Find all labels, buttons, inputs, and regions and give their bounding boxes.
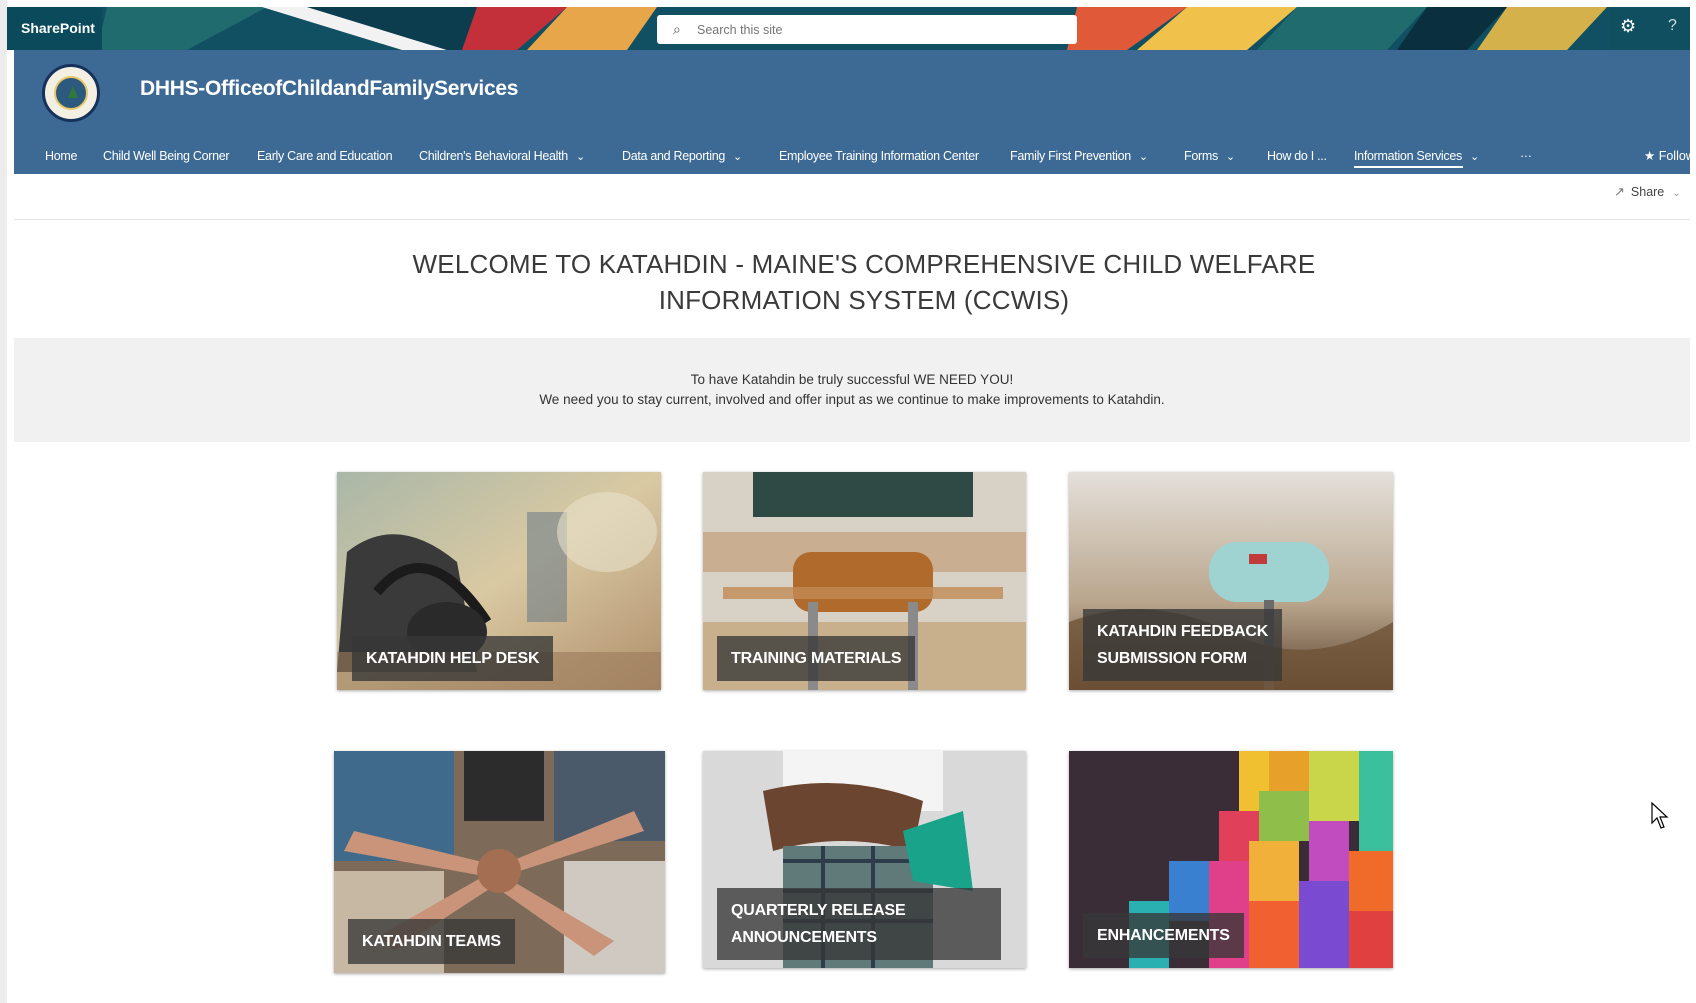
site-search[interactable]: ⌕ xyxy=(657,15,1077,44)
share-button[interactable]: ↗ Share ⌄ xyxy=(1614,184,1681,200)
nav-item-label: Information Services xyxy=(1354,149,1462,163)
site-title[interactable]: DHHS-OfficeofChildandFamilyServices xyxy=(140,77,518,101)
command-bar: ↗ Share ⌄ xyxy=(14,174,1690,220)
chevron-down-icon: ⌄ xyxy=(733,151,742,163)
tile-caption: KATAHDIN TEAMS xyxy=(348,919,515,964)
sharepoint-brand[interactable]: SharePoint xyxy=(7,7,102,50)
nav-item-family-first-prevention[interactable]: Family First Prevention ⌄ xyxy=(1010,138,1148,174)
nav-item-label: Home xyxy=(45,149,78,163)
nav-item-label: Forms xyxy=(1184,149,1218,163)
share-label: Share xyxy=(1630,185,1665,199)
nav-item-data-and-reporting[interactable]: Data and Reporting ⌄ xyxy=(622,138,742,174)
page-title-line-2: INFORMATION SYSTEM (CCWIS) xyxy=(658,285,1070,315)
tile-caption: KATAHDIN FEEDBACK SUBMISSION FORM xyxy=(1083,609,1283,681)
share-icon: ↗ xyxy=(1614,184,1625,199)
star-icon: ★ xyxy=(1644,149,1656,163)
nav-item-label: Employee Training Information Center xyxy=(779,149,979,163)
seal-tree-icon xyxy=(68,86,78,98)
chevron-down-icon: ⌄ xyxy=(1138,151,1148,163)
nav-item-how-do-i[interactable]: How do I ... xyxy=(1267,138,1327,174)
search-icon: ⌕ xyxy=(673,21,681,37)
tile-caption: TRAINING MATERIALS xyxy=(717,636,916,681)
nav-item-forms[interactable]: Forms ⌄ xyxy=(1184,138,1235,174)
nav-item-childrens-behavioral-health[interactable]: Children's Behavioral Health ⌄ xyxy=(419,138,585,174)
page: SharePoint ⌕ ⚙ ? DHHS-OfficeofChildandFa… xyxy=(0,0,1696,1003)
chevron-down-icon: ⌄ xyxy=(1672,188,1681,199)
tile-caption-line-1: KATAHDIN FEEDBACK xyxy=(1097,623,1269,640)
tile-katahdin-teams[interactable]: KATAHDIN TEAMS xyxy=(334,751,665,973)
help-icon[interactable]: ? xyxy=(1668,17,1677,35)
nav-item-label: Child Well Being Corner xyxy=(103,149,230,163)
tile-katahdin-help-desk[interactable]: KATAHDIN HELP DESK xyxy=(337,472,661,690)
follow-button[interactable]: ★ Follow xyxy=(1644,138,1695,174)
site-header: DHHS-OfficeofChildandFamilyServices xyxy=(14,50,1690,138)
nav-item-label: How do I ... xyxy=(1267,149,1327,163)
window-left-edge xyxy=(0,0,7,1003)
announcement-line-1: To have Katahdin be truly successful WE … xyxy=(690,372,1014,387)
site-logo[interactable] xyxy=(42,64,100,122)
suite-bar: SharePoint ⌕ ⚙ ? xyxy=(7,7,1690,50)
nav-item-early-care-and-education[interactable]: Early Care and Education xyxy=(257,138,393,174)
mouse-cursor-icon xyxy=(1651,802,1669,829)
gear-icon[interactable]: ⚙ xyxy=(1620,16,1636,37)
chevron-down-icon: ⌄ xyxy=(1469,151,1479,163)
tile-caption: KATAHDIN HELP DESK xyxy=(352,636,554,681)
chevron-down-icon: ⌄ xyxy=(1225,151,1235,163)
announcement-line-2: We need you to stay current, involved an… xyxy=(539,392,1165,407)
tile-training-materials[interactable]: TRAINING MATERIALS xyxy=(703,472,1026,690)
nav-item-label: Data and Reporting xyxy=(622,149,726,163)
search-input[interactable] xyxy=(695,21,1039,38)
nav-item-information-services[interactable]: Information Services ⌄ xyxy=(1354,138,1479,174)
suite-bar-actions: ⚙ ? xyxy=(1610,7,1690,50)
page-title: WELCOME TO KATAHDIN - MAINE'S COMPREHENS… xyxy=(380,246,1348,318)
nav-item-employee-training-information-center[interactable]: Employee Training Information Center xyxy=(779,138,979,174)
nav-item-label: Children's Behavioral Health xyxy=(419,149,568,163)
seal-emblem xyxy=(54,76,88,110)
announcement-band: To have Katahdin be truly successful WE … xyxy=(14,338,1690,442)
tile-caption: QUARTERLY RELEASE ANNOUNCEMENTS xyxy=(717,888,1001,960)
tile-caption-line-1: QUARTERLY RELEASE xyxy=(731,902,906,919)
tile-katahdin-feedback-submission-form[interactable]: KATAHDIN FEEDBACK SUBMISSION FORM xyxy=(1069,472,1393,690)
nav-item-label: Early Care and Education xyxy=(257,149,393,163)
tile-caption-line-2: SUBMISSION FORM xyxy=(1097,650,1247,667)
tile-enhancements[interactable]: ENHANCEMENTS xyxy=(1069,751,1393,968)
tile-caption: ENHANCEMENTS xyxy=(1083,913,1244,958)
site-navigation: Home Child Well Being Corner Early Care … xyxy=(14,138,1695,174)
nav-item-child-well-being-corner[interactable]: Child Well Being Corner xyxy=(103,138,230,174)
tile-caption-line-2: ANNOUNCEMENTS xyxy=(731,929,877,946)
tile-quarterly-release-announcements[interactable]: QUARTERLY RELEASE ANNOUNCEMENTS xyxy=(703,751,1026,968)
chevron-down-icon: ⌄ xyxy=(575,151,585,163)
follow-label: Follow xyxy=(1658,149,1695,163)
nav-item-home[interactable]: Home xyxy=(45,138,77,174)
nav-more-button[interactable]: ··· xyxy=(1520,138,1532,174)
nav-item-label: Family First Prevention xyxy=(1010,149,1131,163)
page-title-line-1: WELCOME TO KATAHDIN - MAINE'S COMPREHENS… xyxy=(412,249,1316,279)
